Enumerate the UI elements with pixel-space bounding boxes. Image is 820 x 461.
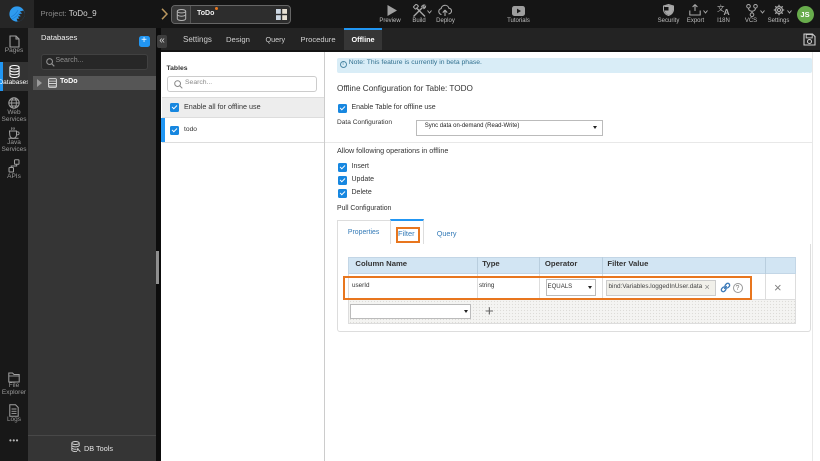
svg-text:A: A [724,7,730,16]
